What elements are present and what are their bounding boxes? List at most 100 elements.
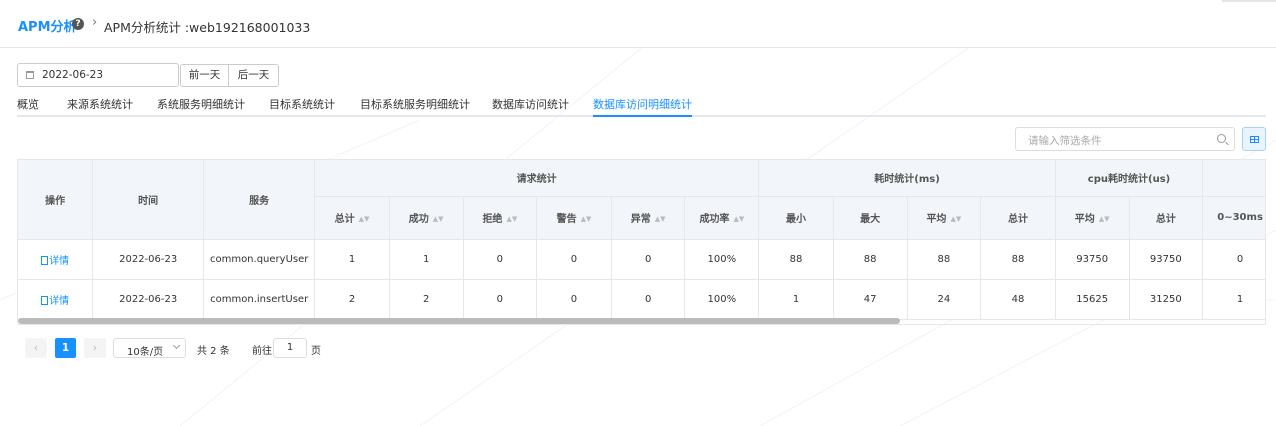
document-icon [41,255,49,265]
goto-page-input[interactable]: 1 [273,338,307,358]
group-cpu: cpu耗时统计(us) [1055,160,1204,197]
column-settings-button[interactable] [1242,127,1266,151]
tab-target-system[interactable]: 目标系统统计 [269,96,335,115]
col-cpu-total: 总计 [1129,196,1204,240]
tab-db-access[interactable]: 数据库访问统计 [492,96,569,115]
divider [1222,0,1276,2]
detail-link[interactable]: 详情 [18,239,94,280]
cell-rejected: 0 [463,279,538,320]
sort-icon[interactable]: ▲▼ [506,216,517,223]
search-input[interactable]: 请输入筛选条件 [1015,127,1235,151]
detail-link[interactable]: 详情 [18,279,94,320]
col-avg[interactable]: 平均 ▲▼ [907,196,982,240]
grid-icon [1250,136,1259,143]
sort-icon[interactable]: ▲▼ [950,216,961,223]
cell-total: 2 [314,279,390,320]
tab-overview[interactable]: 概览 [17,96,39,115]
horizontal-scrollbar[interactable] [18,318,900,324]
breadcrumb-bar: APM分析 ? › APM分析统计 :web192168001033 [0,0,1276,48]
page-size-value: 10条/页 [127,347,164,358]
group-range [1202,160,1265,197]
table-row: 详情 2022-06-23 common.insertUser 2 2 0 0 … [18,279,1265,320]
search-icon[interactable] [1217,134,1226,143]
cell-duration-total: 88 [980,239,1056,280]
prev-page-button[interactable]: ‹ [25,338,47,358]
cell-rejected: 0 [463,239,538,280]
sort-icon[interactable]: ▲▼ [655,216,666,223]
cell-range-0-30: 1 [1202,279,1265,320]
cell-error: 0 [611,239,686,280]
col-error[interactable]: 异常 ▲▼ [611,196,686,240]
cell-error: 0 [611,279,686,320]
chevron-down-icon [172,341,181,350]
cell-success-rate: 100% [684,279,760,320]
cell-cpu-total: 93750 [1129,239,1204,280]
col-range-0-30: 0~30ms [1202,196,1265,240]
cell-service: common.queryUser [203,239,316,280]
goto-label: 前往 [252,346,272,357]
cell-range-0-30: 0 [1202,239,1265,280]
sort-icon[interactable]: ▲▼ [433,216,444,223]
cell-max: 47 [833,279,908,320]
tab-db-access-detail[interactable]: 数据库访问明细统计 [593,96,692,117]
cell-total: 1 [314,239,390,280]
next-page-button[interactable]: › [84,338,106,358]
col-duration-total: 总计 [980,196,1056,240]
sort-icon[interactable]: ▲▼ [581,216,592,223]
group-requests: 请求统计 [314,160,760,197]
search-placeholder: 请输入筛选条件 [1028,135,1102,147]
sort-icon[interactable]: ▲▼ [359,216,370,223]
col-op: 操作 [18,160,94,240]
tab-system-service-detail[interactable]: 系统服务明细统计 [157,96,245,115]
sort-icon[interactable]: ▲▼ [1099,216,1110,223]
col-service: 服务 [203,160,316,240]
cell-cpu-total: 31250 [1129,279,1204,320]
col-time: 时间 [92,160,205,240]
cell-duration-total: 48 [980,279,1056,320]
col-warning[interactable]: 警告 ▲▼ [536,196,612,240]
cell-min: 1 [758,279,834,320]
col-max: 最大 [833,196,908,240]
date-value: 2022-06-23 [42,69,104,81]
cell-avg: 88 [907,239,982,280]
cell-success: 2 [389,279,464,320]
calendar-icon [26,71,34,79]
table-row: 详情 2022-06-23 common.queryUser 1 1 0 0 0… [18,239,1265,280]
cell-time: 2022-06-23 [92,279,205,320]
cell-cpu-avg: 93750 [1055,239,1130,280]
cell-avg: 24 [907,279,982,320]
col-min: 最小 [758,196,834,240]
cell-time: 2022-06-23 [92,239,205,280]
sort-icon[interactable]: ▲▼ [733,216,744,223]
col-success-rate[interactable]: 成功率 ▲▼ [684,196,760,240]
breadcrumb-root[interactable]: APM分析 [18,16,77,35]
tab-target-service-detail[interactable]: 目标系统服务明细统计 [360,96,470,115]
col-total[interactable]: 总计 ▲▼ [314,196,390,240]
page-size-select[interactable]: 10条/页 [113,338,186,358]
help-icon[interactable]: ? [72,18,84,30]
total-count: 共 2 条 [197,346,230,357]
tab-source-system[interactable]: 来源系统统计 [67,96,133,115]
next-day-button[interactable]: 后一天 [228,64,279,87]
cell-success: 1 [389,239,464,280]
cell-service: common.insertUser [203,279,316,320]
chevron-right-icon: › [92,15,98,30]
cell-max: 88 [833,239,908,280]
breadcrumb-current: APM分析统计 :web192168001033 [104,20,311,35]
date-picker[interactable]: 2022-06-23 [17,63,179,87]
cell-min: 88 [758,239,834,280]
group-duration: 耗时统计(ms) [758,160,1056,197]
cell-warning: 0 [536,239,612,280]
col-cpu-avg[interactable]: 平均 ▲▼ [1055,196,1130,240]
cell-success-rate: 100% [684,239,760,280]
prev-day-button[interactable]: 前一天 [180,64,229,87]
tab-bar: 概览 来源系统统计 系统服务明细统计 目标系统统计 目标系统服务明细统计 数据库… [17,96,1266,117]
col-rejected[interactable]: 拒绝 ▲▼ [463,196,538,240]
data-table: 操作 时间 服务 请求统计 耗时统计(ms) cpu耗时统计(us) 总计 ▲▼ … [17,159,1266,325]
page-number-1[interactable]: 1 [55,338,76,358]
document-icon [41,295,49,305]
cell-cpu-avg: 15625 [1055,279,1130,320]
cell-warning: 0 [536,279,612,320]
goto-suffix: 页 [311,346,321,357]
col-success[interactable]: 成功 ▲▼ [389,196,464,240]
